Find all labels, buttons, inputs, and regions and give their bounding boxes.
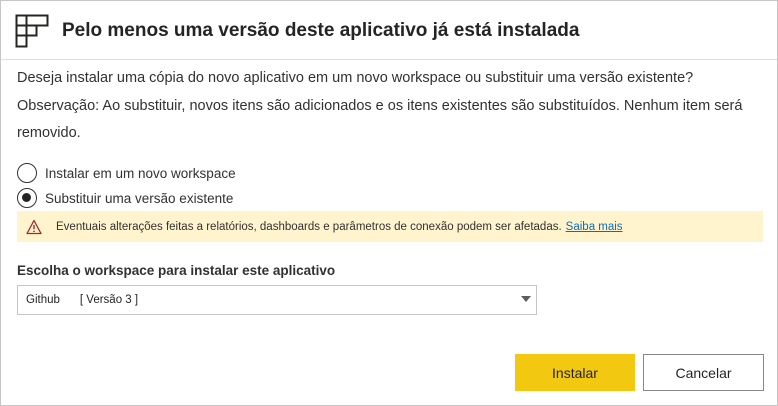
header-divider [1,59,777,60]
warning-text: Eventuais alterações feitas a relatórios… [56,221,623,233]
option-new-workspace[interactable]: Instalar em um novo workspace [17,163,236,183]
option-label-new-workspace: Instalar em um novo workspace [45,165,236,181]
radio-replace-existing[interactable] [17,188,37,208]
cancel-button[interactable]: Cancelar [643,354,764,391]
dialog-header: Pelo menos uma versão deste aplicativo j… [15,14,579,48]
install-app-dialog: Pelo menos uma versão deste aplicativo j… [0,0,778,406]
workspace-select[interactable]: Github [ Versão 3 ] [17,285,537,315]
dialog-description: Deseja instalar uma cópia do novo aplica… [17,70,743,141]
install-button[interactable]: Instalar [515,354,635,391]
radio-new-workspace[interactable] [17,163,37,183]
learn-more-link[interactable]: Saiba mais [566,221,623,233]
warning-icon [26,219,42,234]
chevron-down-icon[interactable] [521,296,531,302]
workspace-selected-version: [ Versão 3 ] [79,294,139,306]
app-grid-icon [15,14,49,48]
dialog-title: Pelo menos uma versão deste aplicativo j… [62,20,580,41]
workspace-label: Escolha o workspace para instalar este a… [17,263,336,278]
warning-message: Eventuais alterações feitas a relatórios… [56,220,562,233]
option-label-replace-existing: Substituir uma versão existente [45,190,234,206]
warning-banner: Eventuais alterações feitas a relatórios… [17,211,763,242]
option-replace-existing[interactable]: Substituir uma versão existente [17,188,233,208]
workspace-selected-name: Github [26,294,60,306]
